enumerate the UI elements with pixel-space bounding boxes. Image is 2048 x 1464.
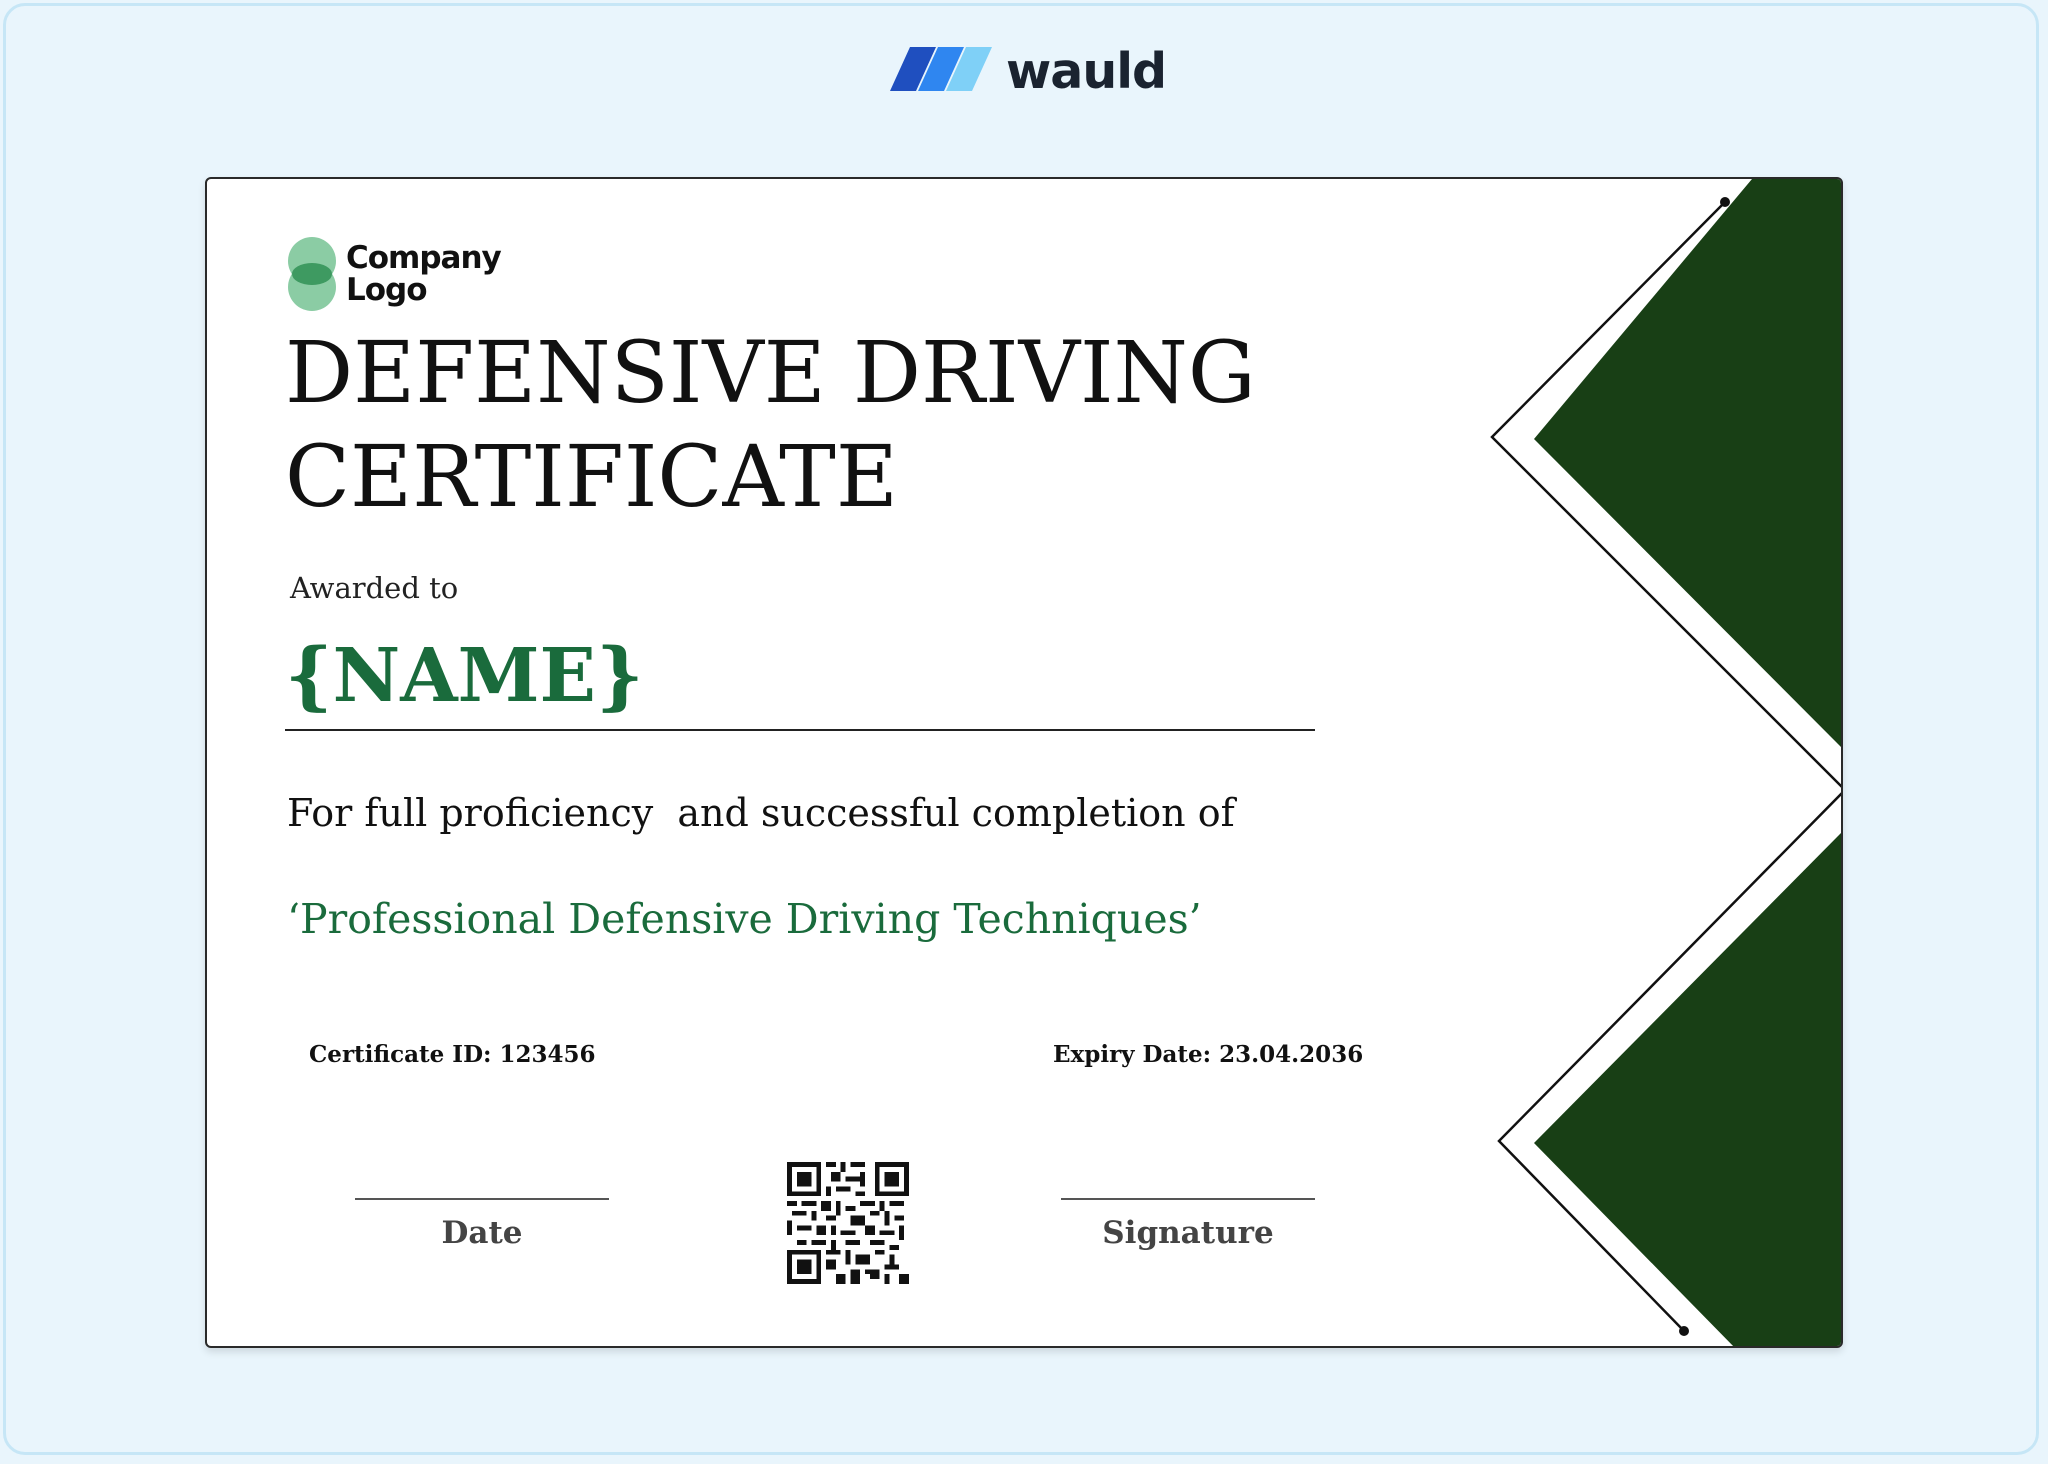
- company-logo: Company Logo: [287, 237, 502, 311]
- awarded-to-label: Awarded to: [290, 571, 459, 605]
- signature-label: Signature: [1102, 1215, 1274, 1251]
- date-label: Date: [441, 1215, 523, 1251]
- certificate-card: Company Logo DEFENSIVE DRIVING CERTIFICA…: [205, 177, 1843, 1348]
- company-logo-icon: [288, 237, 336, 311]
- certificate-id: Certificate ID: 123456: [309, 1041, 596, 1068]
- expiry-date: Expiry Date: 23.04.2036: [1053, 1041, 1364, 1068]
- course-title: ‘Professional Defensive Driving Techniqu…: [287, 895, 1202, 943]
- company-logo-text: Company Logo: [346, 240, 502, 308]
- name-underline: [285, 729, 1315, 731]
- company-logo-line2: Logo: [346, 272, 428, 308]
- brand-header: wauld: [888, 42, 1167, 100]
- wauld-logo-icon: [890, 47, 992, 91]
- certificate-title: DEFENSIVE DRIVING CERTIFICATE: [285, 322, 1285, 530]
- company-logo-line1: Company: [346, 240, 502, 276]
- recipient-name: {NAME}: [285, 633, 644, 719]
- title-line-1: DEFENSIVE DRIVING: [285, 324, 1256, 423]
- date-line: [355, 1198, 609, 1200]
- completion-description: For full proficiency and successful comp…: [287, 791, 1235, 835]
- title-line-2: CERTIFICATE: [285, 428, 898, 527]
- signature-line: [1061, 1198, 1315, 1200]
- brand-name: wauld: [1006, 42, 1167, 100]
- qr-code-icon: [787, 1162, 909, 1284]
